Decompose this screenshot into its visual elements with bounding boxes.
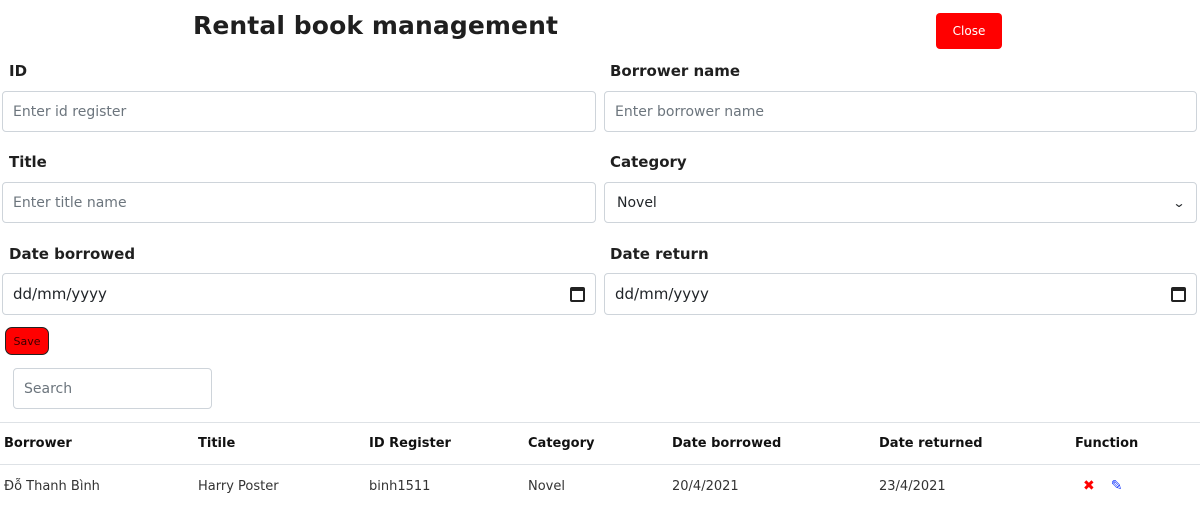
borrower-name-label: Borrower name: [610, 62, 741, 80]
column-header-title: Titile: [194, 422, 365, 465]
cell-date-borrowed: 20/4/2021: [672, 478, 739, 494]
date-borrowed-label: Date borrowed: [9, 245, 136, 263]
category-selected-value: Novel: [617, 194, 657, 211]
save-button[interactable]: Save: [5, 327, 49, 355]
column-header-date-returned: Date returned: [875, 422, 1071, 465]
cell-category: Novel: [528, 478, 565, 494]
delete-icon[interactable]: ✖: [1083, 478, 1095, 494]
title-input[interactable]: [2, 182, 596, 223]
cell-borrower: Đỗ Thanh Bình: [4, 478, 100, 494]
id-input[interactable]: [2, 91, 596, 132]
column-header-category: Category: [524, 422, 668, 465]
date-return-value: dd/mm/yyyy: [615, 285, 709, 303]
edit-icon[interactable]: ✎: [1111, 478, 1123, 494]
cell-function: ✖ ✎: [1071, 465, 1200, 508]
column-header-date-borrowed: Date borrowed: [668, 422, 875, 465]
search-input[interactable]: [13, 368, 212, 409]
title-label: Title: [9, 153, 47, 171]
page-title: Rental book management: [193, 11, 559, 40]
table-header-row: Borrower Titile ID Register Category Dat…: [0, 422, 1200, 465]
column-header-function: Function: [1071, 422, 1200, 465]
date-return-input[interactable]: dd/mm/yyyy: [604, 273, 1197, 315]
id-label: ID: [9, 62, 28, 80]
category-select[interactable]: Novel ⌄: [604, 182, 1197, 223]
close-button[interactable]: Close: [936, 13, 1002, 49]
date-borrowed-value: dd/mm/yyyy: [13, 285, 107, 303]
column-header-id-register: ID Register: [365, 422, 524, 465]
category-label: Category: [610, 153, 687, 171]
date-return-label: Date return: [610, 245, 709, 263]
chevron-down-icon: ⌄: [1172, 195, 1186, 210]
column-header-borrower: Borrower: [0, 422, 194, 465]
calendar-icon[interactable]: [1171, 286, 1186, 302]
table-row: Đỗ Thanh Bình Harry Poster binh1511 Nove…: [0, 465, 1200, 508]
borrower-name-input[interactable]: [604, 91, 1197, 132]
cell-id-register: binh1511: [369, 478, 431, 494]
rental-table: Borrower Titile ID Register Category Dat…: [0, 422, 1200, 507]
cell-title: Harry Poster: [198, 478, 279, 494]
date-borrowed-input[interactable]: dd/mm/yyyy: [2, 273, 596, 315]
cell-date-returned: 23/4/2021: [879, 478, 946, 494]
calendar-icon[interactable]: [570, 286, 585, 302]
